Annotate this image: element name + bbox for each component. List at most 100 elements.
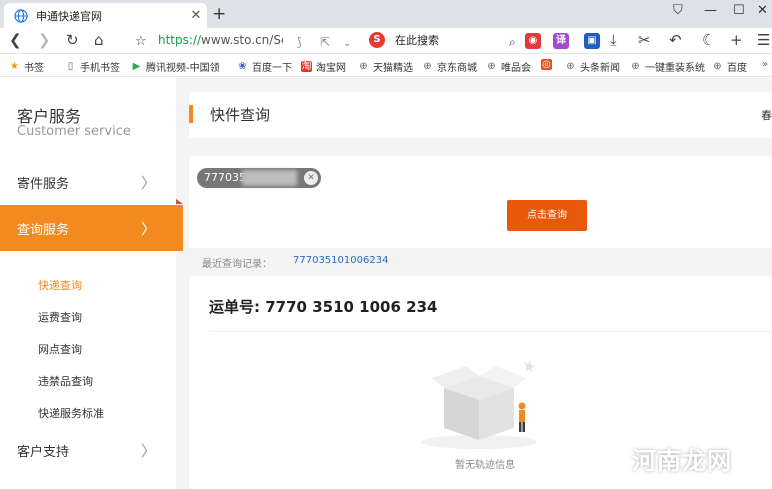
undo-icon[interactable]: ↶: [669, 31, 682, 49]
bookmark-label: 百度一下: [252, 63, 292, 74]
tracking-number-chip[interactable]: 777035 ✕: [197, 168, 321, 188]
accent-bar: [189, 105, 193, 123]
sub-item-freight-query[interactable]: 运费查询: [38, 309, 82, 325]
bookmark-item[interactable]: ⊕ 唯品会: [486, 59, 531, 74]
extension-icon[interactable]: ◉: [525, 33, 541, 49]
globe-icon: ⊕: [566, 61, 575, 72]
new-tab-icon[interactable]: +: [212, 4, 226, 24]
sub-item-express-query[interactable]: 快递查询: [38, 277, 82, 293]
chevron-right-icon: 〉: [140, 173, 156, 192]
bookmark-label: 书签: [24, 63, 44, 74]
url-text: www.sto.cn/Sen: [201, 33, 283, 47]
address-bar: ❮ ❯ ↻ ⌂ ☆ https://www.sto.cn/Sen ⟆ ⇱ ⌄ S…: [0, 28, 772, 54]
tab-title: 申通快递官网: [36, 9, 102, 23]
globe-icon: ⊕: [631, 61, 640, 72]
recent-label: 最近查询记录：: [202, 259, 272, 270]
maximize-icon[interactable]: ☐: [733, 3, 745, 18]
globe-icon: ⊕: [487, 61, 496, 72]
shirt-icon[interactable]: ⛉: [673, 3, 683, 18]
bookmark-item[interactable]: ★ 书签: [9, 59, 44, 74]
sidebar-item-label: 查询服务: [17, 222, 70, 238]
sidebar-item-query-service[interactable]: 查询服务 〉: [0, 205, 183, 251]
sub-item-prohibited-query[interactable]: 违禁品查询: [38, 373, 93, 389]
globe-icon: ⊕: [423, 61, 432, 72]
empty-state-text: 暂无轨迹信息: [455, 460, 515, 471]
chevron-right-icon: 〉: [140, 219, 156, 238]
sidebar: 客户服务 Customer service 寄件服务 〉 查询服务 〉 快递查询…: [0, 78, 183, 489]
query-button[interactable]: 点击查询: [507, 200, 587, 231]
sidebar-item-send-service[interactable]: 寄件服务 〉: [0, 159, 176, 205]
minimize-icon[interactable]: —: [704, 3, 717, 18]
app-icon: ◎: [541, 59, 552, 70]
bookmark-label: 唯品会: [501, 63, 531, 74]
page-content: 客户服务 Customer service 寄件服务 〉 查询服务 〉 快递查询…: [0, 78, 772, 489]
sidebar-item-customer-support[interactable]: 客户支持 〉: [0, 427, 176, 473]
more-bookmarks-icon[interactable]: »: [762, 59, 768, 70]
magnifier-icon[interactable]: ⌕: [509, 33, 516, 51]
bookmark-label: 一键重装系统: [645, 63, 705, 74]
globe-icon: ⊕: [359, 61, 368, 72]
chevron-down-icon[interactable]: ⌄: [343, 35, 351, 53]
chip-text: 777035: [204, 171, 246, 184]
bookmark-item[interactable]: ⊕ 一键重装系统: [630, 59, 705, 74]
screenshot-icon[interactable]: ▣: [584, 33, 600, 49]
sidebar-item-label: 客户支持: [17, 444, 70, 460]
bookmark-item[interactable]: ⊕ 京东商城: [422, 59, 477, 74]
page-title: 快件查询: [210, 106, 271, 124]
bookmark-item[interactable]: ⊕ 头条新闻: [565, 59, 620, 74]
bookmark-label: 手机书签: [80, 63, 120, 74]
scissors-icon[interactable]: ✂: [638, 31, 651, 49]
share-icon[interactable]: ⇱: [320, 33, 330, 51]
bookmark-label: 头条新闻: [580, 63, 620, 74]
chevron-right-icon: 〉: [140, 441, 156, 460]
tab-close-icon[interactable]: ✕: [185, 8, 207, 23]
bookmark-item[interactable]: ⊕ 天猫精选: [358, 59, 413, 74]
translate-icon[interactable]: 译: [553, 33, 569, 49]
globe-icon: [14, 8, 28, 23]
star-icon: ★: [10, 61, 19, 72]
page-header: 快件查询 春: [189, 92, 772, 138]
globe-icon: ⊕: [713, 61, 722, 72]
bookmark-item[interactable]: ◎: [541, 59, 556, 70]
redacted-blur: [242, 170, 297, 186]
bookmark-item[interactable]: ❀ 百度一下: [237, 59, 292, 74]
url-field[interactable]: https://www.sto.cn/Sen: [158, 33, 283, 47]
bookmark-label: 百度: [727, 63, 747, 74]
forward-icon[interactable]: ❯: [38, 31, 51, 49]
bookmarks-bar: ★ 书签 ▯ 手机书签 ▶ 腾讯视频-中国领 ❀ 百度一下 淘淘宝网 ⊕ 天猫精选 ⊕ 京东…: [0, 55, 772, 77]
sub-item-service-standard[interactable]: 快递服务标准: [38, 405, 104, 421]
add-icon[interactable]: +: [730, 31, 743, 49]
url-scheme: https://: [158, 33, 202, 47]
taobao-icon: 淘: [301, 61, 312, 72]
bookmark-item[interactable]: ▯ 手机书签: [65, 59, 120, 74]
close-window-icon[interactable]: ✕: [757, 3, 768, 18]
browser-tab[interactable]: 申通快递官网 ✕: [4, 3, 207, 28]
waybill-number: 运单号: 7770 3510 1006 234: [209, 298, 438, 316]
search-box[interactable]: S 在此搜索: [369, 32, 439, 48]
browser-tab-bar: 申通快递官网 ✕ + ⛉ — ☐ ✕: [0, 0, 772, 28]
bookmark-item[interactable]: 淘淘宝网: [301, 59, 346, 74]
reader-icon[interactable]: ⟆: [297, 33, 302, 51]
search-engine-icon[interactable]: S: [369, 32, 385, 48]
divider: [209, 331, 772, 332]
bookmark-item[interactable]: ▶ 腾讯视频-中国领: [131, 59, 220, 74]
back-icon[interactable]: ❮: [9, 31, 22, 49]
reload-icon[interactable]: ↻: [66, 31, 79, 49]
sidebar-subtitle: Customer service: [17, 124, 131, 139]
sub-item-outlet-query[interactable]: 网点查询: [38, 341, 82, 357]
bookmark-item[interactable]: ⊕ 百度: [712, 59, 747, 74]
bookmark-label: 京东商城: [437, 63, 477, 74]
phone-icon: ▯: [67, 61, 74, 72]
chip-remove-icon[interactable]: ✕: [304, 171, 318, 185]
bookmark-label: 腾讯视频-中国领: [146, 63, 220, 74]
query-panel: 777035 ✕: [189, 156, 772, 248]
menu-icon[interactable]: ☰: [757, 31, 770, 49]
search-input[interactable]: 在此搜索: [395, 32, 439, 48]
download-icon[interactable]: ⤓: [610, 31, 617, 49]
baidu-paw-icon: ❀: [238, 61, 247, 72]
bookmark-star-icon[interactable]: ☆: [135, 33, 147, 51]
header-right-text: 春: [761, 109, 772, 122]
recent-query-link[interactable]: 777035101006234: [293, 255, 388, 266]
home-icon[interactable]: ⌂: [94, 31, 104, 49]
moon-icon[interactable]: ☾: [702, 31, 715, 49]
